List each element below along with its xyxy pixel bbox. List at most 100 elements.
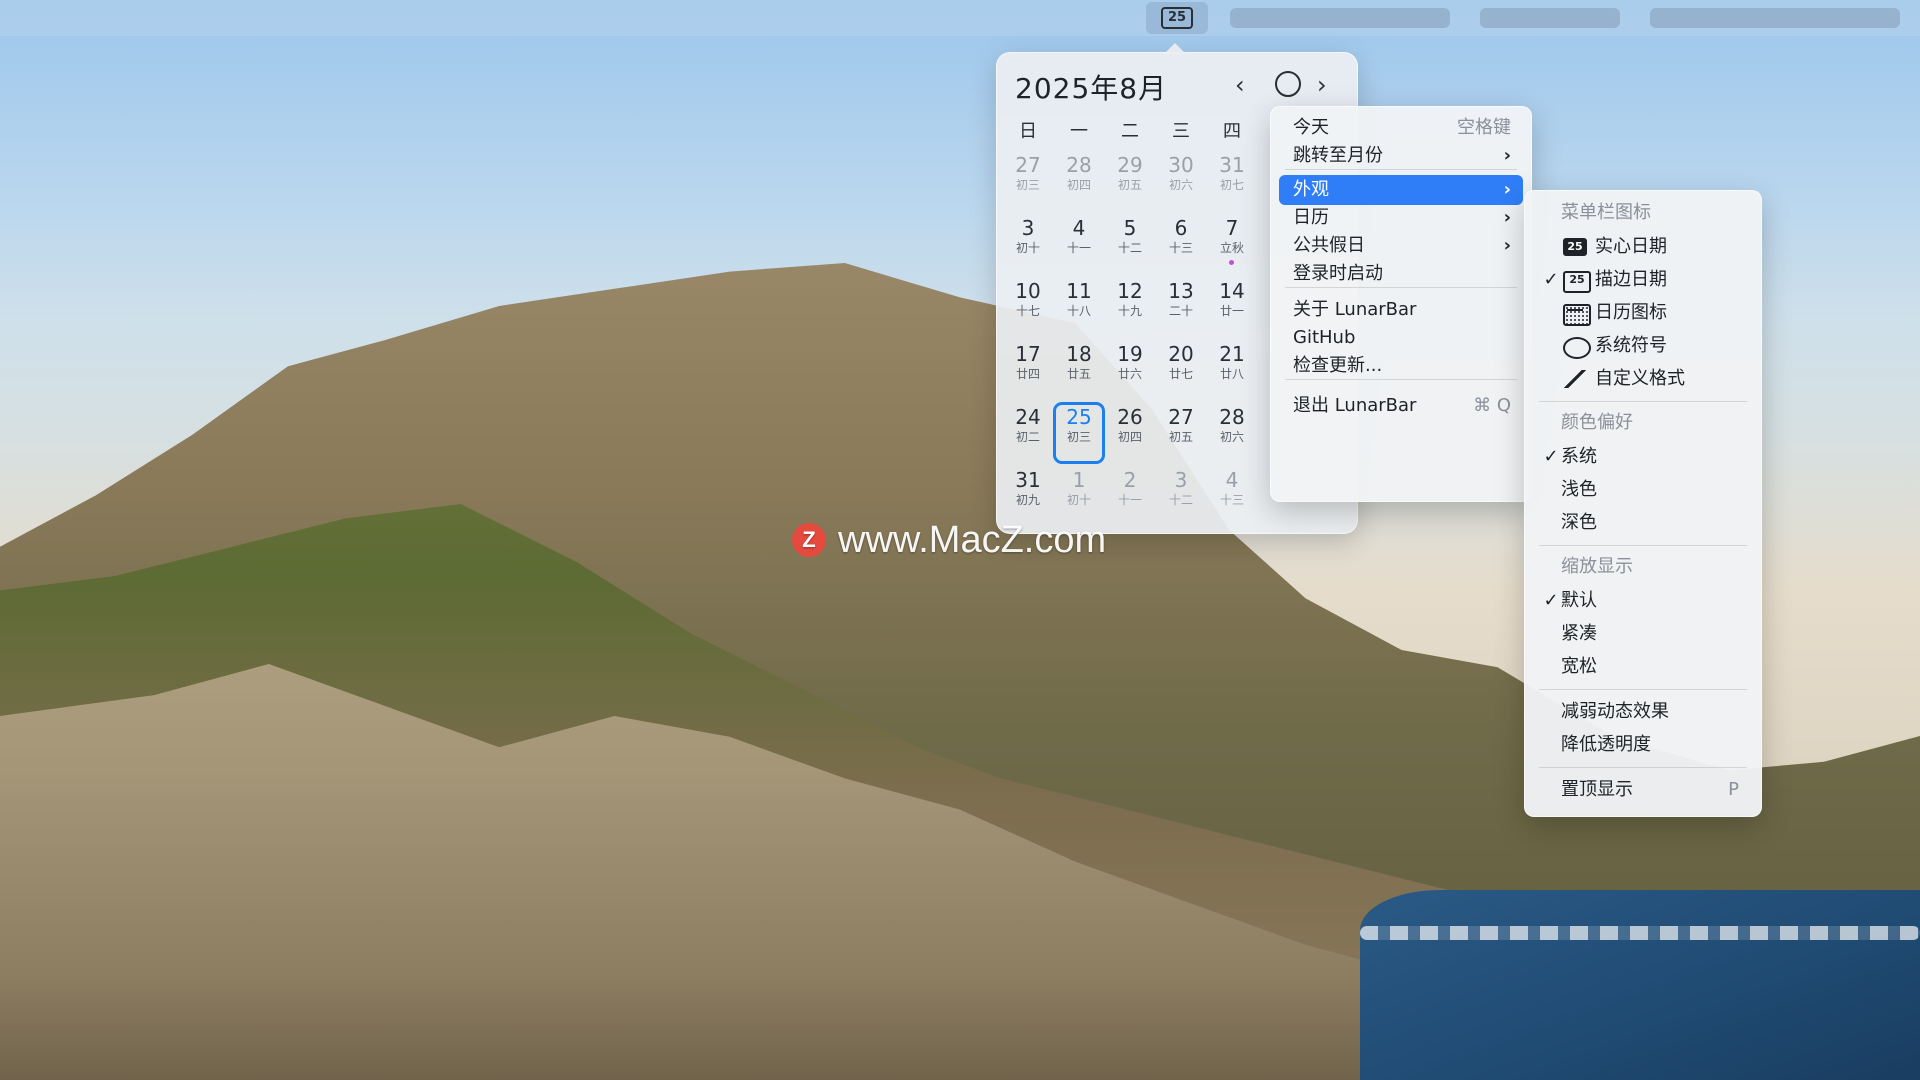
calendar-day[interactable]: 24 初二 (1005, 405, 1051, 461)
submenu-item[interactable]: 25 实心日期 (1535, 232, 1751, 262)
calendar-day[interactable]: 2 十一 (1107, 468, 1153, 524)
calendar-day[interactable]: 5 十二 (1107, 216, 1153, 272)
calendar-day[interactable]: 21 廿八 (1209, 342, 1255, 398)
menu-item-8[interactable]: 检查更新... (1279, 351, 1523, 381)
calendar-day[interactable]: 1 初十 (1056, 468, 1102, 524)
calendar-day[interactable]: 31 初七 (1209, 153, 1255, 209)
lunar-date: 初七 (1219, 178, 1244, 192)
lunar-date: 廿六 (1117, 367, 1142, 381)
submenu-item[interactable]: 置顶显示 P (1535, 775, 1751, 805)
menu-item-label: 公共假日 (1293, 235, 1365, 256)
calendar-day[interactable]: 28 初四 (1056, 153, 1102, 209)
lunarbar-status-item[interactable]: 25 (1146, 2, 1208, 34)
submenu-item[interactable]: 日历图标 (1535, 298, 1751, 328)
calendar-day[interactable]: 4 十三 (1209, 468, 1255, 524)
calendar-day[interactable]: 11 十八 (1056, 279, 1102, 335)
lunar-date: 十七 (1015, 304, 1040, 318)
day-number: 6 (1174, 216, 1188, 240)
day-number: 27 (1168, 405, 1194, 429)
submenu-item[interactable]: 系统符号 (1535, 331, 1751, 361)
menu-item-9[interactable]: 退出 LunarBar ⌘ Q (1279, 391, 1523, 421)
checkmark-icon: ✓ (1543, 590, 1559, 611)
calendar-day[interactable]: 12 十九 (1107, 279, 1153, 335)
submenu-item-label: 系统符号 (1595, 335, 1667, 356)
calendar-day[interactable]: 20 廿七 (1158, 342, 1204, 398)
calendar-day[interactable]: 27 初五 (1158, 405, 1204, 461)
day-number: 24 (1015, 405, 1041, 429)
shortcut-label: P (1728, 779, 1739, 800)
calendar-day[interactable]: 30 初六 (1158, 153, 1204, 209)
menu-item-2[interactable]: 外观 › (1279, 175, 1523, 205)
day-number: 29 (1117, 153, 1143, 177)
submenu-item[interactable]: 深色 (1535, 508, 1751, 538)
menu-separator (1285, 287, 1517, 288)
calendar-day[interactable]: 18 廿五 (1056, 342, 1102, 398)
calendar-day[interactable]: 31 初九 (1005, 468, 1051, 524)
submenu-item[interactable]: ✓ 系统 (1535, 442, 1751, 472)
calendar-day[interactable]: 3 十二 (1158, 468, 1204, 524)
submenu-item-label: 浅色 (1561, 479, 1597, 500)
calendar-day[interactable]: 14 廿一 (1209, 279, 1255, 335)
calendar-day[interactable]: 10 十七 (1005, 279, 1051, 335)
day-number: 28 (1066, 153, 1092, 177)
weekday-label: 四 (1223, 121, 1241, 142)
filled-date-icon: 25 (1563, 238, 1587, 256)
lunar-date: 廿五 (1066, 367, 1091, 381)
day-number: 12 (1117, 279, 1143, 303)
go-to-today-button[interactable] (1275, 71, 1301, 97)
calendar-day[interactable]: 29 初五 (1107, 153, 1153, 209)
submenu-item[interactable]: 紧凑 (1535, 619, 1751, 649)
calendar-day-today[interactable]: 25 初三 (1053, 402, 1105, 464)
weekday-label: 一 (1070, 121, 1088, 142)
day-number: 31 (1219, 153, 1245, 177)
submenu-item[interactable]: 减弱动态效果 (1535, 697, 1751, 727)
menu-item-5[interactable]: 登录时启动 (1279, 259, 1523, 289)
menubar-blurred-items (1230, 8, 1450, 28)
previous-month-button[interactable]: ‹ (1235, 73, 1245, 97)
day-number: 27 (1015, 153, 1041, 177)
lunar-date: 初十 (1015, 241, 1040, 255)
calendar-day[interactable]: 13 二十 (1158, 279, 1204, 335)
calendar-day[interactable]: 3 初十 (1005, 216, 1051, 272)
lunar-date: 初五 (1168, 430, 1193, 444)
submenu-item[interactable]: 宽松 (1535, 652, 1751, 682)
calendar-day[interactable]: 4 十一 (1056, 216, 1102, 272)
submenu-item[interactable]: 自定义格式 (1535, 364, 1751, 394)
chevron-right-icon: › (1503, 145, 1511, 166)
calendar-day[interactable]: 17 廿四 (1005, 342, 1051, 398)
menu-separator (1539, 689, 1747, 690)
next-month-button[interactable]: › (1317, 73, 1327, 97)
menu-item-7[interactable]: GitHub (1279, 323, 1523, 353)
calendar-day[interactable]: 7 立秋 (1209, 216, 1255, 272)
calendar-day[interactable]: 27 初三 (1005, 153, 1051, 209)
menu-item-1[interactable]: 跳转至月份 › (1279, 141, 1523, 171)
outlined-date-icon: 25 (1563, 271, 1591, 293)
menu-item-label: 外观 (1293, 179, 1329, 200)
calendar-day[interactable]: 26 初四 (1107, 405, 1153, 461)
submenu-item[interactable]: ✓ 默认 (1535, 586, 1751, 616)
submenu-item-label: 减弱动态效果 (1561, 701, 1669, 722)
calendar-day[interactable]: 6 十三 (1158, 216, 1204, 272)
menu-item-6[interactable]: 关于 LunarBar (1279, 295, 1523, 325)
submenu-item[interactable]: 降低透明度 (1535, 730, 1751, 760)
submenu-item[interactable]: 浅色 (1535, 475, 1751, 505)
submenu-item-label: 宽松 (1561, 656, 1597, 677)
menu-item-3[interactable]: 日历 › (1279, 203, 1523, 233)
submenu-item-label: 自定义格式 (1595, 368, 1685, 389)
calendar-day[interactable]: 19 廿六 (1107, 342, 1153, 398)
day-number: 10 (1015, 279, 1041, 303)
day-number: 3 (1021, 216, 1035, 240)
menu-item-4[interactable]: 公共假日 › (1279, 231, 1523, 261)
lunar-date: 十二 (1168, 493, 1193, 507)
menu-bar: 25 (0, 0, 1920, 36)
weekday-label: 三 (1172, 121, 1190, 142)
calendar-day[interactable]: 28 初六 (1209, 405, 1255, 461)
submenu-item[interactable]: ✓ 25 描边日期 (1535, 265, 1751, 295)
lunar-date: 十三 (1168, 241, 1193, 255)
menu-separator (1539, 545, 1747, 546)
day-number: 28 (1219, 405, 1245, 429)
menu-item-0[interactable]: 今天 空格键 (1279, 113, 1523, 143)
chevron-right-icon: › (1503, 235, 1511, 256)
magic-wand-icon (1563, 370, 1587, 388)
submenu-item-label: 置顶显示 (1561, 779, 1633, 800)
